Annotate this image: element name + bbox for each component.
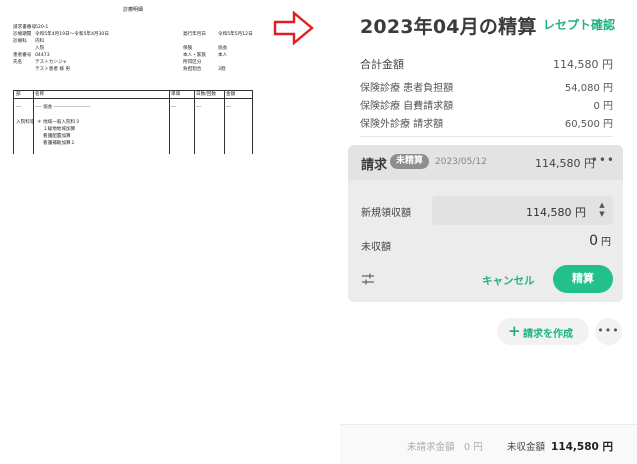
- receipt-document: 診療明細 請求書番号 520-1 診療期間 令和5年4月19日～令和5年4月30…: [10, 6, 256, 154]
- arrow-right-icon: [273, 10, 314, 46]
- summary-label: 保険外診療 請求額: [360, 119, 444, 130]
- cancel-button[interactable]: キャンセル: [482, 273, 535, 288]
- doc-key: 診療科: [13, 39, 27, 44]
- invoice-header: 請求 未精算 2023/05/12 114,580 円 •••: [348, 145, 623, 180]
- table-cell: ---: [16, 105, 21, 110]
- new-receipt-label: 新規領収額: [361, 208, 411, 219]
- doc-value: 入院: [35, 46, 45, 51]
- summary-label: 合計金額: [360, 58, 404, 71]
- table-cell: ---: [171, 105, 176, 110]
- table-cell: 入院料等: [16, 120, 35, 125]
- invoice-more-icon[interactable]: •••: [591, 153, 615, 167]
- doc-value: 令和5年5月12日: [218, 32, 253, 37]
- table-header-cell: 日数/回数: [196, 92, 216, 97]
- page-title: 2023年04月の精算: [360, 16, 537, 38]
- doc-key: 請求書番号: [13, 25, 36, 30]
- table-cell: ---: [196, 105, 201, 110]
- doc-value: 3割: [218, 67, 226, 72]
- unpaid-total-label: 未収金額: [507, 442, 546, 453]
- doc-key: 本人・家族: [183, 53, 206, 58]
- table-cell: ＊ 地域一般入院料３: [37, 120, 80, 125]
- doc-key: 診療期間: [13, 32, 32, 37]
- summary-value: 0 円: [593, 101, 613, 112]
- doc-value: 04473: [35, 53, 50, 58]
- unbilled-amount: 未請求金額 0 円: [407, 442, 483, 453]
- unpaid-label: 未収額: [361, 242, 391, 253]
- table-header: [14, 91, 252, 99]
- table-cell: 看護補助加算１: [43, 141, 76, 146]
- doc-key: 氏名: [13, 60, 23, 65]
- table-cell: ---- 協会 ----------------------: [35, 105, 91, 110]
- table-header-cell: 金額: [226, 92, 236, 97]
- settlement-panel: 2023年04月の精算 レセプト確認 合計金額 114,580 円 保険診療 患…: [340, 0, 637, 464]
- spinner-icon[interactable]: ▲ ▼: [597, 201, 607, 220]
- doc-row: 診療期間 令和5年4月19日～令和5年4月30日 発行年月日 令和5年5月12日: [13, 32, 253, 39]
- footer-totals: 未請求金額 0 円 未収金額 114,580 円: [340, 424, 637, 464]
- doc-key: 所得区分: [183, 60, 202, 65]
- doc-key: 負担割合: [183, 67, 202, 72]
- summary-label: 保険診療 患者負担額: [360, 83, 454, 94]
- summary-value: 54,080 円: [564, 83, 613, 94]
- doc-value: 本人: [218, 53, 228, 58]
- doc-value: 協会: [218, 46, 228, 51]
- new-receipt-amount-value: 114,580 円: [526, 206, 586, 219]
- doc-value: テストカンジャ: [35, 60, 67, 65]
- unpaid-amount-unit: 円: [601, 237, 611, 248]
- document-title: 診療明細: [122, 7, 143, 13]
- unpaid-total: 未収金額 114,580 円: [507, 439, 613, 454]
- new-receipt-amount-input[interactable]: 114,580 円 ▲ ▼: [432, 196, 613, 225]
- create-invoice-button[interactable]: + 請求を作成: [497, 318, 589, 345]
- table-header-cell: 名称: [35, 92, 45, 97]
- unpaid-amount-number: 0: [589, 233, 598, 249]
- document-table: 部 名称 単価 日数/回数 金額 --- ---- 協会 -----------…: [13, 90, 253, 154]
- invoice-title: 請求: [361, 158, 388, 173]
- unpaid-total-value: 114,580 円: [551, 441, 613, 453]
- table-header-cell: 部: [16, 92, 21, 97]
- doc-value: 520-1: [35, 25, 49, 30]
- table-column-divider: [194, 91, 195, 154]
- invoice-card: 請求 未精算 2023/05/12 114,580 円 ••• 新規領収額 11…: [348, 145, 623, 302]
- summary-divider: [360, 136, 613, 137]
- doc-value: 令和5年4月19日～令和5年4月30日: [35, 32, 109, 37]
- status-badge: 未精算: [390, 154, 430, 169]
- create-invoice-label: 請求を作成: [523, 329, 573, 340]
- plus-icon: +: [508, 322, 521, 340]
- settle-button[interactable]: 精算: [553, 265, 613, 293]
- more-icon[interactable]: •••: [595, 318, 622, 345]
- doc-key: 保険: [183, 46, 193, 51]
- summary-label: 保険診療 自費請求額: [360, 101, 454, 112]
- summary-value: 114,580 円: [553, 58, 613, 71]
- doc-value: テスト患者 様 男: [35, 67, 71, 72]
- table-column-divider: [169, 91, 170, 154]
- summary-value: 60,500 円: [564, 119, 613, 130]
- doc-key: 発行年月日: [183, 32, 206, 37]
- settings-sliders-icon[interactable]: [361, 272, 375, 286]
- invoice-amount: 114,580 円: [535, 157, 595, 170]
- unpaid-amount: 0円: [589, 233, 611, 249]
- doc-row: テスト患者 様 男 負担割合 3割: [13, 67, 253, 74]
- table-column-divider: [224, 91, 225, 154]
- doc-key: 患者番号: [13, 53, 32, 58]
- invoice-date: 2023/05/12: [435, 157, 487, 167]
- doc-row: 診療科 内科: [13, 39, 253, 46]
- doc-value: 内科: [35, 39, 45, 44]
- table-cell: １級地地域加算: [43, 127, 76, 132]
- table-header-cell: 単価: [171, 92, 181, 97]
- table-cell: 看護配置加算: [43, 134, 71, 139]
- table-cell: ---: [226, 105, 231, 110]
- receipt-check-link[interactable]: レセプト確認: [543, 16, 615, 33]
